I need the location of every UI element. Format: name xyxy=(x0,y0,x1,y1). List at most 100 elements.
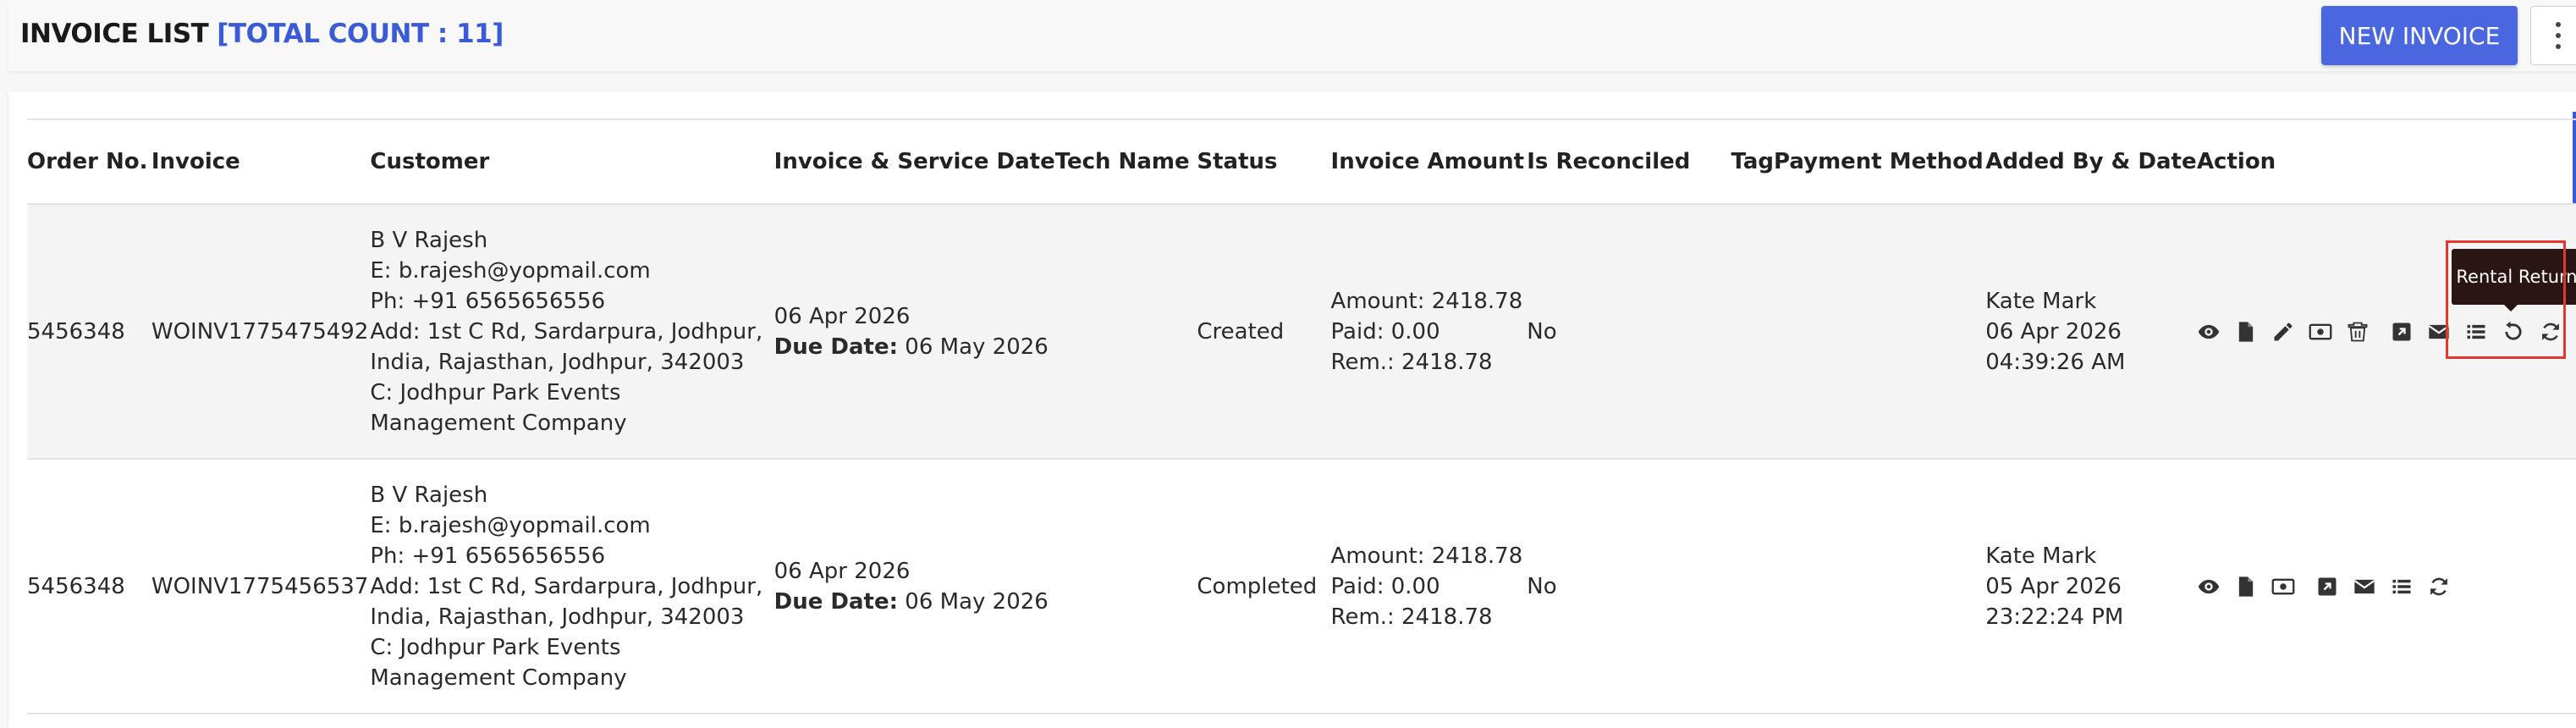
invoice-date: 06 Apr 2026 xyxy=(773,303,911,329)
tech-name xyxy=(1055,204,1197,459)
refresh-sync-icon[interactable] xyxy=(2539,320,2562,344)
email-envelope-icon[interactable] xyxy=(2427,320,2451,344)
amount-paid: Paid: 0.00 xyxy=(1330,318,1440,345)
refresh-sync-icon[interactable] xyxy=(2427,575,2451,598)
date-cell: 06 Apr 2026 Due Date: 06 May 2026 xyxy=(774,459,1055,714)
col-status[interactable]: Status xyxy=(1197,119,1330,204)
list-icon[interactable] xyxy=(2390,575,2414,598)
is-reconciled: No xyxy=(1527,318,1557,345)
payment-cash-icon[interactable] xyxy=(2271,575,2295,598)
col-invoice[interactable]: Invoice xyxy=(151,119,371,204)
list-icon[interactable] xyxy=(2464,320,2488,344)
due-date-label: Due Date: xyxy=(773,588,899,615)
new-invoice-button[interactable]: NEW INVOICE xyxy=(2321,6,2518,65)
tag xyxy=(1731,459,1774,714)
customer-company-2: Management Company xyxy=(370,665,627,691)
document-icon[interactable] xyxy=(2234,575,2258,598)
email-envelope-icon[interactable] xyxy=(2353,575,2376,598)
amount-total: Amount: 2418.78 xyxy=(1330,543,1523,569)
amount-remaining: Rem.: 2418.78 xyxy=(1330,604,1493,630)
page-header: INVOICE LIST [TOTAL COUNT : 11] NEW INVOI… xyxy=(8,0,2576,71)
col-payment-method[interactable]: Payment Method xyxy=(1774,119,1985,204)
due-date-line: Due Date: 06 May 2026 xyxy=(774,332,1055,362)
table-header-row: Order No. Invoice Customer Invoice & Ser… xyxy=(27,119,2576,204)
page-title-text: INVOICE LIST xyxy=(20,19,209,49)
table-row: 5456348 WOINV1775475492 B V Rajesh E: b.… xyxy=(27,204,2576,459)
amount-paid: Paid: 0.00 xyxy=(1330,573,1440,599)
action-cell xyxy=(2197,459,2576,714)
open-external-icon[interactable] xyxy=(2315,575,2339,598)
due-date-label: Due Date: xyxy=(773,334,899,360)
more-options-icon[interactable] xyxy=(2530,6,2576,65)
rental-return-undo-icon[interactable] xyxy=(2502,320,2525,344)
customer-name: B V Rajesh xyxy=(370,482,488,508)
status: Completed xyxy=(1197,573,1318,599)
table-row: 5456348 WOINV1775456537 B V Rajesh E: b.… xyxy=(27,459,2576,714)
customer-name: B V Rajesh xyxy=(370,227,488,253)
amount-cell: Amount: 2418.78 Paid: 0.00 Rem.: 2418.78 xyxy=(1331,204,1527,459)
customer-company-2: Management Company xyxy=(370,410,627,436)
open-external-icon[interactable] xyxy=(2390,320,2414,344)
invoice-number[interactable]: WOINV1775475492 xyxy=(151,204,371,459)
due-date: 06 May 2026 xyxy=(905,588,1049,615)
added-date: 06 Apr 2026 xyxy=(1985,318,2122,345)
invoice-number[interactable]: WOINV1775456537 xyxy=(151,459,371,714)
added-by-name: Kate Mark xyxy=(1985,543,2097,569)
document-icon[interactable] xyxy=(2234,320,2258,344)
due-date-line: Due Date: 06 May 2026 xyxy=(774,587,1055,617)
amount-cell: Amount: 2418.78 Paid: 0.00 Rem.: 2418.78 xyxy=(1331,459,1527,714)
tech-name xyxy=(1055,459,1197,714)
customer-address-1: Add: 1st C Rd, Sardarpura, Jodhpur, xyxy=(370,573,763,599)
customer-company-1: C: Jodhpur Park Events xyxy=(370,634,621,660)
customer-address-2: India, Rajasthan, Jodhpur, 342003 xyxy=(370,604,745,630)
invoice-table: Order No. Invoice Customer Invoice & Ser… xyxy=(27,119,2576,714)
invoice-date: 06 Apr 2026 xyxy=(773,558,911,584)
amount-total: Amount: 2418.78 xyxy=(1330,288,1523,314)
date-cell: 06 Apr 2026 Due Date: 06 May 2026 xyxy=(774,204,1055,459)
col-customer[interactable]: Customer xyxy=(370,119,773,204)
customer-address-2: India, Rajasthan, Jodhpur, 342003 xyxy=(370,349,745,375)
customer-email: E: b.rajesh@yopmail.com xyxy=(370,512,651,538)
edit-pencil-icon[interactable] xyxy=(2271,320,2295,344)
page-title: INVOICE LIST [TOTAL COUNT : 11] xyxy=(20,19,504,49)
added-by-name: Kate Mark xyxy=(1985,288,2097,314)
col-tag[interactable]: Tag xyxy=(1731,119,1774,204)
order-no: 5456348 xyxy=(27,318,125,345)
col-added-by-date[interactable]: Added By & Date xyxy=(1985,119,2197,204)
due-date: 06 May 2026 xyxy=(905,334,1049,360)
order-no-cell: 5456348 xyxy=(27,204,151,459)
added-date: 05 Apr 2026 xyxy=(1985,573,2122,599)
total-count: [TOTAL COUNT : 11] xyxy=(217,19,504,49)
is-reconciled: No xyxy=(1527,573,1557,599)
amount-remaining: Rem.: 2418.78 xyxy=(1330,349,1493,375)
payment-method xyxy=(1774,204,1985,459)
rental-return-tooltip: Rental Return xyxy=(2452,249,2576,312)
customer-phone: Ph: +91 6565656556 xyxy=(370,543,606,569)
view-eye-icon[interactable] xyxy=(2197,575,2221,598)
added-time: 23:22:24 PM xyxy=(1985,604,2124,630)
col-order-no[interactable]: Order No. xyxy=(27,119,151,204)
customer-phone: Ph: +91 6565656556 xyxy=(370,288,606,314)
order-no: 5456348 xyxy=(27,573,125,599)
col-tech-name[interactable]: Tech Name xyxy=(1055,119,1197,204)
payment-cash-icon[interactable] xyxy=(2309,320,2332,344)
delete-trash-icon[interactable] xyxy=(2346,320,2370,344)
added-time: 04:39:26 AM xyxy=(1985,349,2126,375)
col-invoice-service-date[interactable]: Invoice & Service Date xyxy=(774,119,1055,204)
customer-cell: B V Rajesh E: b.rajesh@yopmail.com Ph: +… xyxy=(370,204,773,459)
status: Created xyxy=(1197,318,1285,345)
tag xyxy=(1731,204,1774,459)
customer-address-1: Add: 1st C Rd, Sardarpura, Jodhpur, xyxy=(370,318,763,345)
view-eye-icon[interactable] xyxy=(2197,320,2221,344)
added-by-cell: Kate Mark 06 Apr 2026 04:39:26 AM xyxy=(1985,204,2197,459)
action-cell xyxy=(2197,204,2576,459)
col-action: Action xyxy=(2196,149,2276,174)
col-invoice-amount[interactable]: Invoice Amount xyxy=(1331,119,1527,204)
customer-cell: B V Rajesh E: b.rajesh@yopmail.com Ph: +… xyxy=(370,459,773,714)
added-by-cell: Kate Mark 05 Apr 2026 23:22:24 PM xyxy=(1985,459,2197,714)
invoice-table-card: Order No. Invoice Customer Invoice & Ser… xyxy=(8,91,2576,728)
order-no-cell: 5456348 xyxy=(27,459,151,714)
customer-email: E: b.rajesh@yopmail.com xyxy=(370,257,651,284)
payment-method xyxy=(1774,459,1985,714)
col-is-reconciled[interactable]: Is Reconciled xyxy=(1527,119,1731,204)
